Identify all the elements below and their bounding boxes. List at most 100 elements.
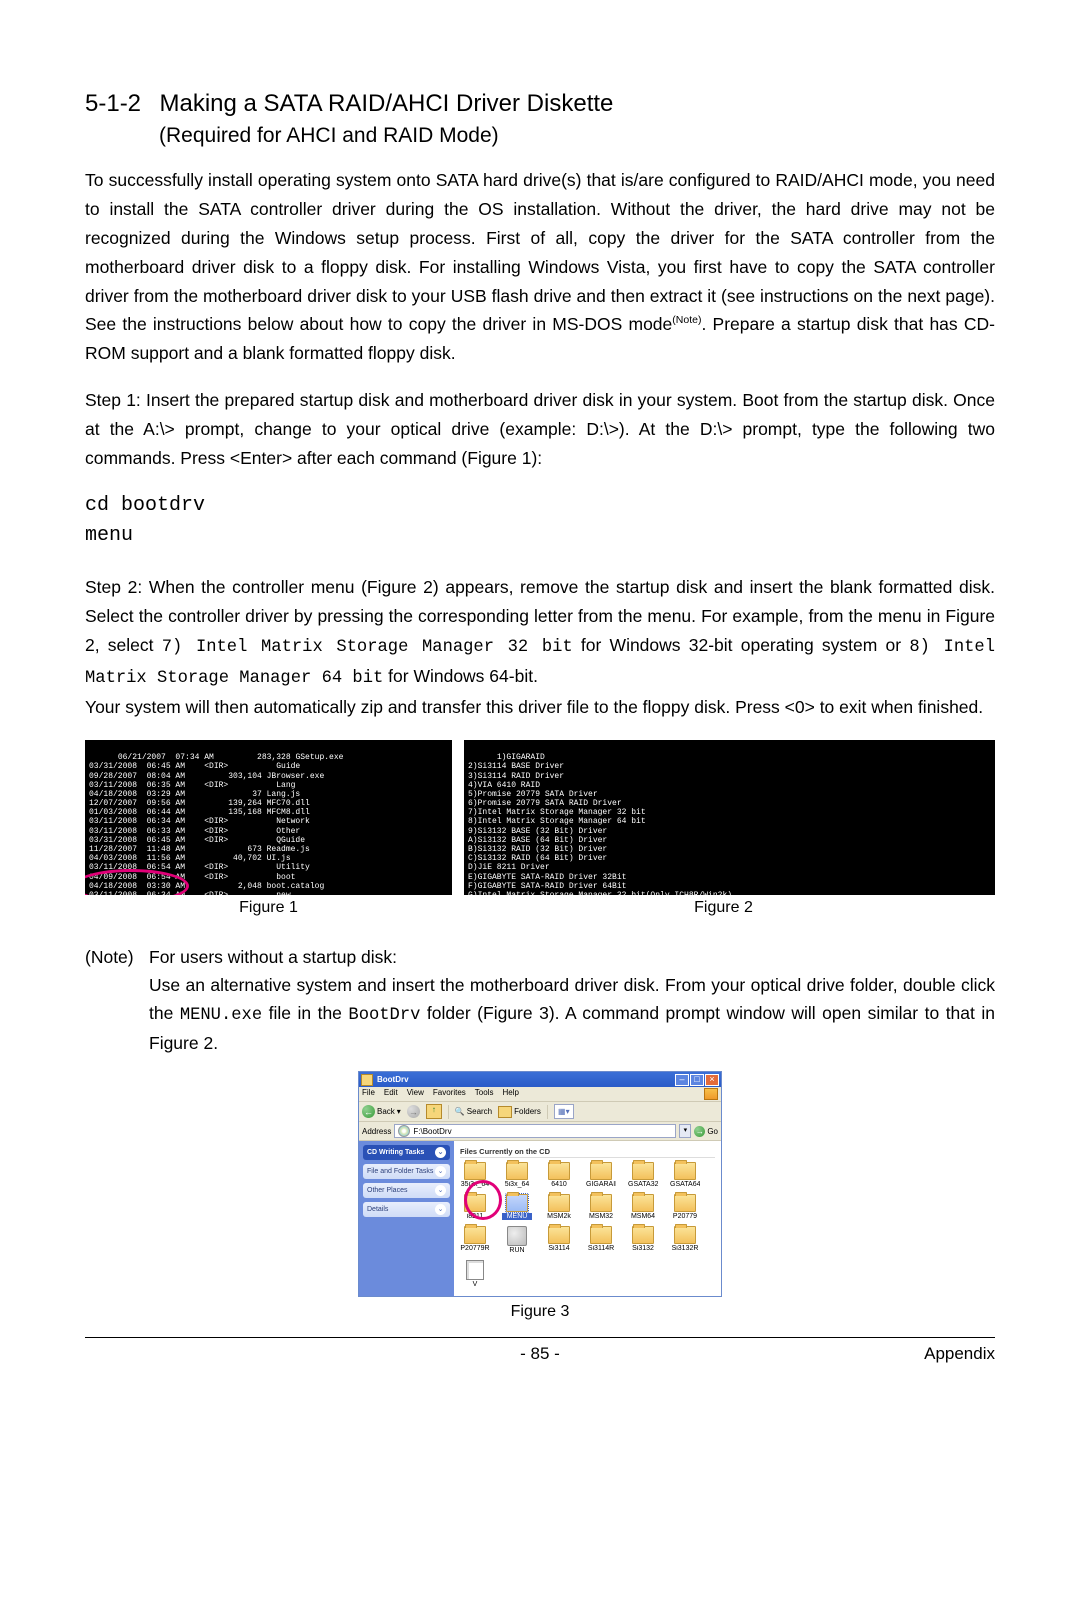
command-block: cd bootdrv menu	[85, 491, 995, 551]
footer-section: Appendix	[875, 1344, 995, 1364]
task-other-places-label: Other Places	[367, 1187, 407, 1194]
up-button[interactable]	[426, 1104, 442, 1119]
folder-icon	[506, 1162, 528, 1180]
menu-tools[interactable]: Tools	[475, 1088, 494, 1100]
task-details[interactable]: Details ⌄	[363, 1202, 450, 1217]
folder-item-msm64[interactable]: MSM64	[628, 1194, 658, 1220]
folder-icon	[464, 1162, 486, 1180]
menu-help[interactable]: Help	[502, 1088, 518, 1100]
figure-3-caption: Figure 3	[85, 1303, 995, 1321]
folder-item-si3132[interactable]: Si3132	[628, 1226, 658, 1254]
folder-item-v[interactable]: V	[460, 1260, 490, 1288]
note-text-c: file in the	[262, 1003, 348, 1023]
menu-view[interactable]: View	[407, 1088, 424, 1100]
folder-icon	[674, 1162, 696, 1180]
chevron-down-icon: ⌄	[435, 1185, 446, 1196]
window-title: BootDrv	[377, 1075, 674, 1084]
address-dropdown-button[interactable]: ▾	[679, 1124, 691, 1138]
folder-item-menu[interactable]: MENU	[502, 1194, 532, 1220]
task-file-folder[interactable]: File and Folder Tasks ⌄	[363, 1164, 450, 1179]
footer-page-number: - 85 -	[205, 1344, 875, 1364]
icon-label: MSM64	[628, 1213, 658, 1220]
go-button[interactable]: → Go	[694, 1126, 718, 1137]
address-label: Address	[362, 1127, 391, 1136]
window-maximize-button[interactable]: □	[690, 1074, 704, 1086]
option-7: 7) Intel Matrix Storage Manager 32 bit	[162, 638, 573, 657]
footer-spacer	[85, 1344, 205, 1364]
icon-grid: 35i3x_64 5i3x_64 6410 GIGARAID GSATA32 GSATA6…	[460, 1162, 715, 1288]
window-minimize-button[interactable]: –	[675, 1074, 689, 1086]
folders-label: Folders	[514, 1107, 541, 1116]
view-button[interactable]: ▦▾	[554, 1104, 574, 1119]
section-title: Making a SATA RAID/AHCI Driver Diskette	[159, 90, 613, 117]
icon-label: Si3132	[628, 1245, 658, 1252]
icon-label: MENU	[502, 1213, 532, 1220]
go-label: Go	[707, 1127, 718, 1136]
window-menubar: File Edit View Favorites Tools Help	[359, 1087, 721, 1102]
search-button[interactable]: 🔍 Search	[455, 1107, 492, 1116]
paragraph-step1: Step 1: Insert the prepared startup disk…	[85, 386, 995, 473]
note-line1: For users without a startup disk:	[149, 947, 397, 967]
terminal-2-text: 1)GIGARAID 2)Si3114 BASE Driver 3)Si3114…	[468, 753, 732, 895]
icon-label: Si3114	[544, 1245, 574, 1252]
folder-item-gigaraid[interactable]: GIGARAID	[586, 1162, 616, 1188]
folder-icon	[590, 1194, 612, 1212]
paragraph-step2b: Your system will then automatically zip …	[85, 693, 995, 722]
folder-item-35i3x_64[interactable]: 35i3x_64	[460, 1162, 490, 1188]
icon-label: GSATA32	[628, 1181, 658, 1188]
folder-item-si3132r[interactable]: Si3132R	[670, 1226, 700, 1254]
address-input[interactable]: F:\BootDrv	[394, 1124, 676, 1138]
icon-label: i8211	[460, 1213, 490, 1220]
note-body: For users without a startup disk: Use an…	[149, 943, 995, 1057]
window-toolbar: ← Back ▾ → 🔍 Search Folders ▦▾	[359, 1102, 721, 1122]
menu-favorites[interactable]: Favorites	[433, 1088, 466, 1100]
folder-item-i8211[interactable]: i8211	[460, 1194, 490, 1220]
folder-icon	[548, 1194, 570, 1212]
back-dropdown-icon: ▾	[397, 1107, 401, 1116]
folder-item-run[interactable]: RUN	[502, 1226, 532, 1254]
forward-button[interactable]: →	[407, 1105, 420, 1118]
folder-item-p20779[interactable]: P20779	[670, 1194, 700, 1220]
folder-item-msm2k[interactable]: MSM2k	[544, 1194, 574, 1220]
icon-label: V	[460, 1281, 490, 1288]
icon-label: MSM2k	[544, 1213, 574, 1220]
folder-item-gsata32[interactable]: GSATA32	[628, 1162, 658, 1188]
folder-item-5i3x_64[interactable]: 5i3x_64	[502, 1162, 532, 1188]
folder-item-p20779r[interactable]: P20779R	[460, 1226, 490, 1254]
go-arrow-icon: →	[694, 1126, 705, 1137]
back-button[interactable]: ← Back ▾	[362, 1105, 401, 1118]
icon-label: P20779R	[460, 1245, 490, 1252]
window-titlebar[interactable]: BootDrv – □ ×	[359, 1072, 721, 1087]
figures-row: 06/21/2007 07:34 AM 283,328 GSetup.exe 0…	[85, 740, 995, 895]
icon-label: 6410	[544, 1181, 574, 1188]
folder-item-6410[interactable]: 6410	[544, 1162, 574, 1188]
folder-icon	[464, 1226, 486, 1244]
folder-item-si3114[interactable]: Si3114	[544, 1226, 574, 1254]
page-footer: - 85 - Appendix	[85, 1344, 995, 1364]
section-heading: 5-1-2 Making a SATA RAID/AHCI Driver Dis…	[85, 90, 995, 118]
folder-item-msm32[interactable]: MSM32	[586, 1194, 616, 1220]
icon-label: Si3132R	[670, 1245, 700, 1252]
figure-captions-row: Figure 1 Figure 2	[85, 899, 995, 917]
terminal-figure-2: 1)GIGARAID 2)Si3114 BASE Driver 3)Si3114…	[464, 740, 995, 895]
menu-edit[interactable]: Edit	[384, 1088, 398, 1100]
menu-file[interactable]: File	[362, 1088, 375, 1100]
folder-item-si3114r[interactable]: Si3114R	[586, 1226, 616, 1254]
task-cd-writing[interactable]: CD Writing Tasks ⌄	[363, 1145, 450, 1160]
paragraph-step2: Step 2: When the controller menu (Figure…	[85, 573, 995, 693]
folders-button[interactable]: Folders	[498, 1106, 541, 1118]
cd-drive-icon	[398, 1125, 410, 1137]
chevron-down-icon: ⌄	[435, 1166, 446, 1177]
toolbar-separator	[448, 1105, 449, 1119]
figure-1-caption: Figure 1	[85, 899, 452, 917]
window-close-button[interactable]: ×	[705, 1074, 719, 1086]
window-content: Files Currently on the CD 35i3x_645i3x_6…	[454, 1141, 721, 1296]
task-other-places[interactable]: Other Places ⌄	[363, 1183, 450, 1198]
terminal-figure-1: 06/21/2007 07:34 AM 283,328 GSetup.exe 0…	[85, 740, 452, 895]
note-superscript: (Note)	[672, 315, 701, 327]
address-bar: Address F:\BootDrv ▾ → Go	[359, 1122, 721, 1141]
document-icon	[466, 1260, 484, 1280]
folder-item-gsata64[interactable]: GSATA64	[670, 1162, 700, 1188]
paragraph-intro-a: To successfully install operating system…	[85, 170, 995, 334]
bootdrv-text: BootDrv	[348, 1006, 420, 1025]
